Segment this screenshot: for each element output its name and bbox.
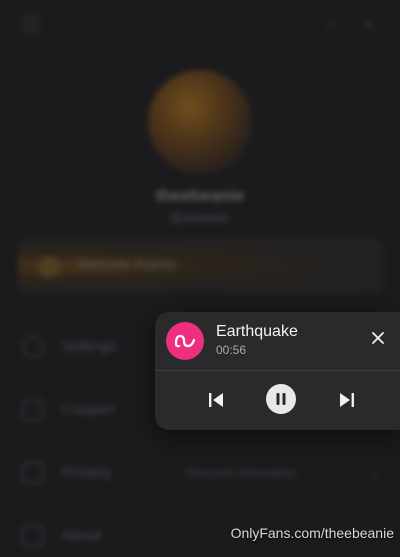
mini-player: Earthquake 00:56 xyxy=(155,312,400,430)
gear-icon xyxy=(22,336,44,358)
menu-label: Coupon xyxy=(62,401,115,418)
grid-menu-icon[interactable] xyxy=(22,16,40,34)
previous-button[interactable] xyxy=(201,385,231,415)
next-button[interactable] xyxy=(332,385,362,415)
background-app: ○ + theebeanie @ebeanie Remote Points Se… xyxy=(0,0,400,547)
lock-icon xyxy=(22,462,44,484)
track-title: Earthquake xyxy=(216,323,298,340)
chevron-right-icon: › xyxy=(373,464,378,481)
points-icon xyxy=(38,256,60,278)
info-icon xyxy=(22,525,44,547)
close-icon[interactable] xyxy=(368,328,388,348)
top-bar: ○ + xyxy=(0,0,400,50)
coupon-icon xyxy=(22,399,44,421)
add-icon[interactable]: + xyxy=(360,15,378,35)
user-id: @ebeanie xyxy=(170,210,230,225)
pause-button[interactable] xyxy=(266,384,296,414)
menu-label: About xyxy=(62,527,102,544)
previous-icon xyxy=(209,393,223,407)
avatar[interactable] xyxy=(148,70,252,174)
username: theebeanie xyxy=(155,186,245,205)
app-logo-icon xyxy=(166,322,204,360)
menu-label: Settings xyxy=(62,338,117,355)
menu-label: Privacy xyxy=(62,464,112,481)
pause-icon xyxy=(276,393,286,405)
menu-value: Personal information xyxy=(186,466,297,480)
divider xyxy=(155,370,400,371)
remote-points-label: Remote Points xyxy=(78,256,177,273)
watermark: OnlyFans.com/theebeanie xyxy=(230,525,394,541)
next-icon xyxy=(340,393,354,407)
remote-points-card[interactable]: Remote Points xyxy=(18,238,384,294)
track-elapsed-time: 00:56 xyxy=(216,343,247,357)
bell-icon[interactable]: ○ xyxy=(322,15,340,35)
menu-item-privacy[interactable]: Privacy Personal information › xyxy=(0,454,400,494)
